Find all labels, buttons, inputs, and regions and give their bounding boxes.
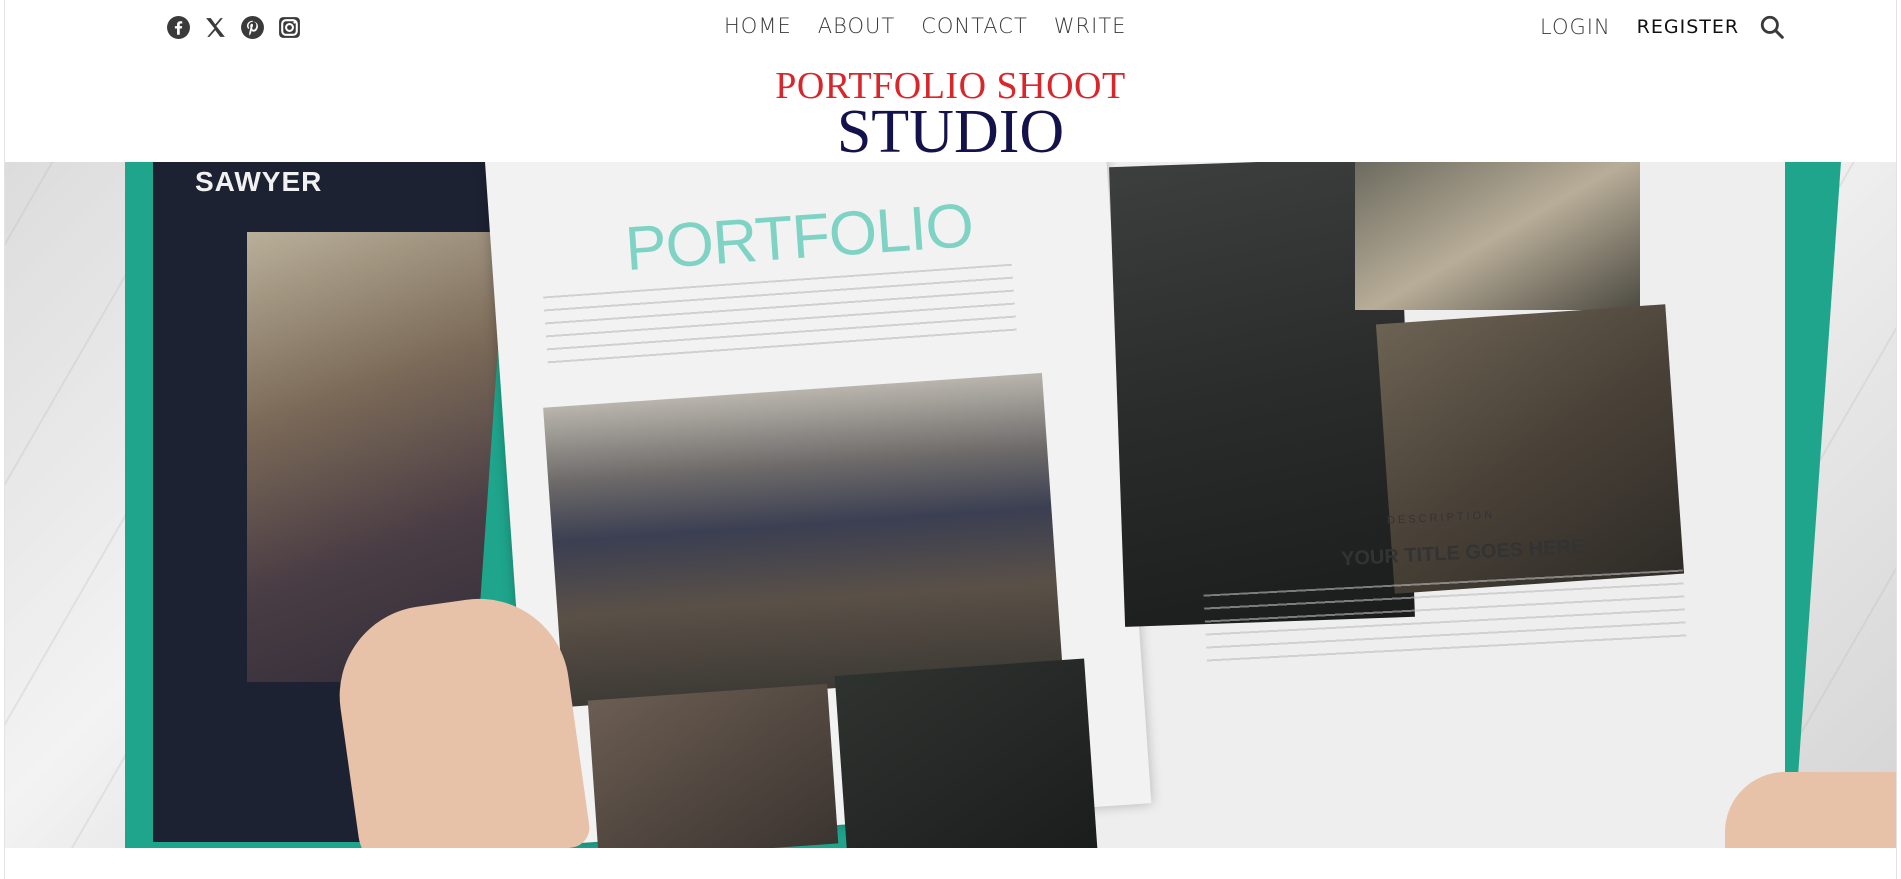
logo-line-studio: STUDIO [836, 98, 1065, 166]
x-twitter-icon[interactable] [203, 15, 228, 40]
search-icon[interactable] [1759, 14, 1785, 40]
main-nav: HOME ABOUT CONTACT WRITE [724, 14, 1126, 38]
facebook-icon[interactable] [166, 15, 191, 40]
pinterest-icon[interactable] [240, 15, 265, 40]
right-hand [1725, 772, 1896, 848]
social-links [166, 15, 302, 40]
auth-links: LOGIN REGISTER [1540, 14, 1785, 40]
top-bar: HOME ABOUT CONTACT WRITE LOGIN REGISTER [0, 0, 1901, 60]
nav-home[interactable]: HOME [724, 14, 792, 38]
login-link[interactable]: LOGIN [1540, 15, 1611, 39]
content-start [5, 848, 1896, 879]
shirt-photo [834, 658, 1098, 848]
jacket-photo [587, 683, 839, 848]
site-logo[interactable]: PORTFOLIO SHOOT STUDIO [0, 66, 1901, 166]
instagram-icon[interactable] [277, 15, 302, 40]
nav-contact[interactable]: CONTACT [921, 14, 1028, 38]
hero-image: SAWYER PORTFOLIO DESCRIPTION YOUR TITLE … [5, 162, 1896, 848]
back-book-title: SAWYER [195, 166, 323, 197]
nav-about[interactable]: ABOUT [818, 14, 895, 38]
woman-photo [1355, 162, 1640, 310]
store-photo [543, 372, 1063, 708]
register-link[interactable]: REGISTER [1637, 16, 1739, 38]
nav-write[interactable]: WRITE [1054, 14, 1127, 38]
